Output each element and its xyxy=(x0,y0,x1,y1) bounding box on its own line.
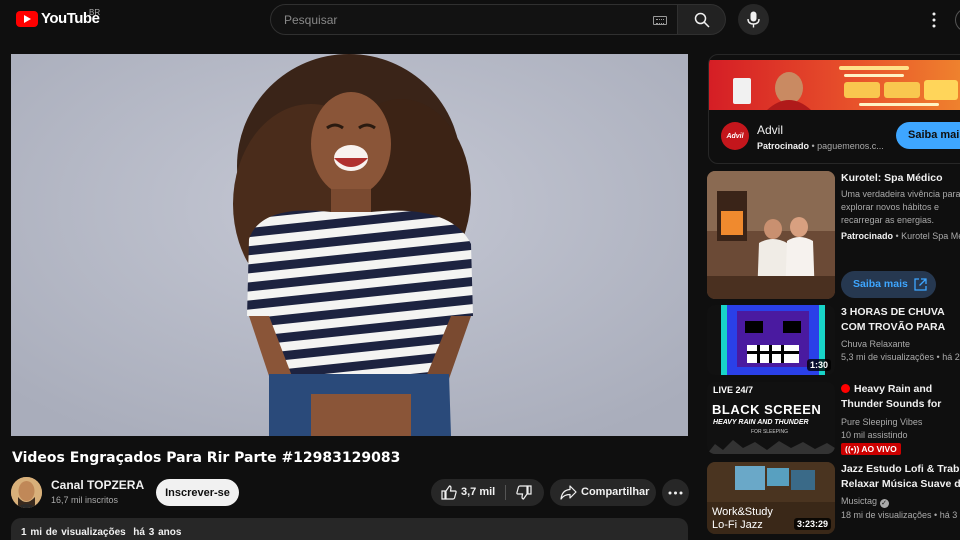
upload-age: há 2 xyxy=(942,352,960,362)
live-dot-icon xyxy=(841,384,850,393)
search-icon xyxy=(694,12,710,28)
channel-name[interactable]: Canal TOPZERA xyxy=(51,478,144,492)
video-stats: 18 mi de visualizações • há 3 xyxy=(841,510,958,520)
like-count: 3,7 mil xyxy=(461,486,496,498)
spa-thumbnail-image xyxy=(707,171,835,299)
channel-avatar[interactable] xyxy=(11,477,42,508)
live-badge: ((•)) AO VIVO xyxy=(841,443,901,455)
mic-icon xyxy=(747,11,760,28)
keyboard-icon[interactable] xyxy=(653,16,667,25)
masthead: YouTube BR xyxy=(0,0,960,40)
channel-name[interactable]: Pure Sleeping Vibes xyxy=(841,417,922,427)
channel-avatar-image xyxy=(11,477,42,508)
recommendation-title-text: Heavy Rain and Thunder Sounds for Sleepi… xyxy=(841,383,942,410)
settings-menu-button[interactable] xyxy=(924,10,944,30)
video-duration: 1:30 xyxy=(806,359,831,371)
thumb-rain-art xyxy=(707,440,835,454)
search-bar xyxy=(270,4,726,35)
subscriber-count: 16,7 mil inscritos xyxy=(51,495,119,505)
youtube-play-icon xyxy=(16,10,38,27)
video-player[interactable] xyxy=(11,54,688,436)
ad-banner-image[interactable] xyxy=(709,60,960,110)
video-title: Videos Engraçados Para Rir Parte #129831… xyxy=(12,450,401,466)
sponsored-ad-card[interactable]: Advil Advil Patrocinado • paguemenos.c..… xyxy=(708,54,960,164)
more-horiz-icon xyxy=(668,491,683,495)
share-button[interactable]: Compartilhar xyxy=(550,479,656,506)
sponsored-label: Patrocinado xyxy=(757,141,810,151)
recommendation-item-live[interactable]: LIVE 24/7 BLACK SCREEN HEAVY RAIN AND TH… xyxy=(707,382,960,455)
video-stats: 5,3 mi de visualizações • há 2 xyxy=(841,352,960,362)
live-badge-label: AO VIVO xyxy=(861,444,897,454)
thumb-text-bottom: Lo-Fi Jazz xyxy=(712,519,763,531)
like-dislike-group: 3,7 mil xyxy=(431,479,544,506)
learn-more-button[interactable]: Saiba mais xyxy=(841,271,936,298)
share-icon xyxy=(560,485,577,500)
search-box xyxy=(270,4,678,35)
country-code: BR xyxy=(89,8,101,17)
view-count: 5,3 mi de visualizações xyxy=(841,352,935,362)
recommendation-title[interactable]: Jazz Estudo Lofi & Trab Relaxar Música S… xyxy=(841,462,960,492)
thumb-live-text: LIVE 24/7 xyxy=(713,385,754,395)
viewer-count: 10 mil assistindo xyxy=(841,430,908,440)
ad-learn-more-button[interactable]: Saiba mais xyxy=(896,122,960,149)
video-frame-image xyxy=(11,54,688,436)
recommendation-sponsored[interactable]: Kurotel: Spa Médico Uma verdadeira vivên… xyxy=(707,171,960,301)
channel-name[interactable]: Musictag xyxy=(841,496,877,506)
search-button[interactable] xyxy=(678,4,726,35)
thumb-title-text: BLACK SCREEN xyxy=(712,402,822,417)
thumb-small-text: FOR SLEEPING xyxy=(751,429,788,435)
recommendation-thumbnail[interactable]: 1:30 xyxy=(707,305,835,375)
youtube-logo[interactable]: YouTube xyxy=(16,10,100,27)
learn-more-label: Saiba mais xyxy=(853,278,908,290)
view-count-and-date: 1 mi de visualizações há 3 anos xyxy=(21,527,181,538)
verified-icon: ✓ xyxy=(879,499,889,508)
share-label: Compartilhar xyxy=(581,486,650,498)
recommendation-thumbnail[interactable]: LIVE 24/7 BLACK SCREEN HEAVY RAIN AND TH… xyxy=(707,382,835,454)
sponsored-label: Patrocinado xyxy=(841,231,894,241)
advertiser-name: Advil xyxy=(757,123,784,137)
advertiser-name: Kurotel Spa Médico xyxy=(901,231,960,241)
thumbs-down-icon xyxy=(516,485,532,500)
channel-row: Musictag ✓ xyxy=(841,496,889,508)
upload-age: há 3 anos xyxy=(133,527,182,538)
ad-banner-art xyxy=(733,66,958,110)
recommendation-title[interactable]: Kurotel: Spa Médico xyxy=(841,171,960,186)
thumb-text-top: Work&Study xyxy=(712,506,773,518)
subscribe-button[interactable]: Inscrever-se xyxy=(156,479,239,506)
view-count: 18 mi de visualizações xyxy=(841,510,932,520)
more-vert-icon xyxy=(932,12,936,28)
thumbs-up-icon xyxy=(441,485,457,500)
upload-age: há 3 xyxy=(939,510,958,520)
thumb-subtitle-text: HEAVY RAIN AND THUNDER xyxy=(713,419,809,426)
ad-sponsor-line: Patrocinado • paguemenos.c... xyxy=(757,141,884,151)
more-actions-button[interactable] xyxy=(662,479,689,506)
dislike-button[interactable] xyxy=(506,479,544,506)
description-box[interactable]: 1 mi de visualizações há 3 anos xyxy=(11,518,688,540)
ad-domain: paguemenos.c... xyxy=(817,141,884,151)
sign-in-button[interactable] xyxy=(955,8,960,32)
recommendation-sponsor-line: Patrocinado • Kurotel Spa Médico xyxy=(841,231,960,241)
recommendation-thumbnail[interactable] xyxy=(707,171,835,299)
recommendation-item[interactable]: Work&Study Lo-Fi Jazz 3:23:29 Jazz Estud… xyxy=(707,462,960,534)
voice-search-button[interactable] xyxy=(738,4,769,35)
external-link-icon xyxy=(914,278,927,291)
recommendation-description: Uma verdadeira vivência para explorar no… xyxy=(841,189,960,225)
channel-name[interactable]: Chuva Relaxante xyxy=(841,339,910,349)
recommendation-thumbnail[interactable]: Work&Study Lo-Fi Jazz 3:23:29 xyxy=(707,462,835,534)
like-button[interactable]: 3,7 mil xyxy=(431,479,505,506)
view-count: 1 mi de visualizações xyxy=(21,527,126,538)
video-duration: 3:23:29 xyxy=(793,518,831,530)
advertiser-logo: Advil xyxy=(721,122,749,150)
recommendation-title[interactable]: Heavy Rain and Thunder Sounds for Sleepi… xyxy=(841,382,960,412)
search-input[interactable] xyxy=(271,5,677,34)
recommendation-item[interactable]: 1:30 3 HORAS DE CHUVA COM TROVÃO PARA DO… xyxy=(707,305,960,375)
recommendation-title[interactable]: 3 HORAS DE CHUVA COM TROVÃO PARA DORMIR … xyxy=(841,305,960,335)
